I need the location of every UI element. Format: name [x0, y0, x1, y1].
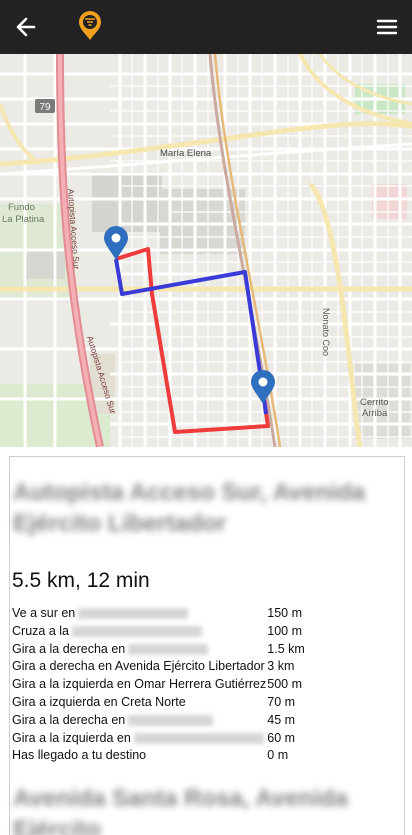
direction-step-row: Gira a derecha en Avenida Ejército Liber…	[10, 658, 404, 676]
direction-step-row: Gira a izquierda en Creta Norte 70 m	[10, 694, 404, 712]
redacted-street-name	[128, 643, 209, 655]
direction-distance: 3 km	[267, 659, 295, 674]
route-79-label: 79	[39, 102, 51, 113]
direction-distance: 60 m	[267, 730, 296, 745]
direction-step-row: Has llegado a tu destino 0 m	[10, 747, 404, 765]
direction-distance: 45 m	[267, 712, 296, 727]
direction-instruction: Gira a derecha en Avenida Ejército Liber…	[12, 659, 265, 674]
direction-step-cell: Gira a la derecha en	[10, 712, 266, 730]
direction-step-row: Cruza a la 100 m	[10, 623, 404, 641]
brand-logo-icon	[79, 11, 101, 40]
direction-step-row: Gira a la derecha en 1.5 km	[10, 641, 404, 659]
direction-step-cell: Gira a la izquierda en	[10, 730, 266, 748]
redacted-street-name	[128, 714, 214, 726]
top-app-bar	[0, 0, 412, 54]
direction-instruction: Ve a sur en	[12, 606, 76, 620]
map-label-cerrito: Cerrito	[360, 397, 389, 408]
direction-instruction: Has llegado a tu destino	[12, 748, 147, 763]
map-label-nonato-coo: Nonato Coo	[321, 308, 331, 356]
direction-step-cell: Gira a izquierda en Creta Norte	[10, 694, 266, 712]
map-canvas[interactable]: 79 María Elena Fundo La Platina Autopist…	[0, 54, 412, 447]
route-details-card: Autopista Acceso Sur, Avenida Ejército L…	[9, 456, 405, 835]
direction-step-cell: Gira a la derecha en	[10, 641, 266, 659]
direction-step-row: Gira a la izquierda en Omar Herrera Guti…	[10, 676, 404, 694]
direction-step-cell: Has llegado a tu destino	[10, 747, 266, 765]
map-label-fundo: Fundo	[8, 202, 35, 213]
redacted-street-name	[71, 626, 202, 637]
map-label-arriba: Arriba	[362, 408, 388, 419]
direction-distance: 150 m	[267, 606, 303, 620]
hamburger-menu-icon[interactable]	[375, 15, 399, 39]
direction-step-cell: Ve a sur en	[10, 605, 266, 623]
arrow-left-icon[interactable]	[12, 13, 40, 41]
direction-instruction: Gira a la derecha en	[12, 712, 126, 727]
direction-instruction: Gira a izquierda en Creta Norte	[12, 694, 186, 709]
direction-instruction: Gira a la izquierda en	[12, 730, 131, 745]
route-summary: 5.5 km, 12 min	[12, 569, 150, 592]
direction-distance: 100 m	[267, 623, 303, 638]
direction-distance: 1.5 km	[267, 641, 305, 656]
direction-step-cell: Cruza a la	[10, 623, 266, 641]
direction-instruction: Gira a la izquierda en Omar Herrera Guti…	[12, 677, 267, 692]
direction-instruction: Gira a la derecha en	[12, 641, 126, 656]
direction-distance: 0 m	[267, 748, 289, 763]
direction-instruction: Cruza a la	[12, 623, 69, 638]
direction-step-row: Gira a la derecha en 45 m	[10, 712, 404, 730]
direction-distance: 500 m	[267, 677, 303, 692]
map-label-maria-elena: María Elena	[160, 148, 212, 159]
route-map[interactable]: 79 María Elena Fundo La Platina Autopist…	[0, 54, 412, 447]
route-title-redacted: Autopista Acceso Sur, Avenida Ejército L…	[13, 479, 366, 537]
industrial-area	[25, 249, 65, 279]
map-label-la-platina: La Platina	[2, 214, 45, 225]
hospital-area	[372, 184, 407, 219]
direction-step-cell: Gira a la izquierda en Omar Herrera Guti…	[10, 676, 266, 694]
direction-step-row: Gira a la izquierda en 60 m	[10, 730, 404, 748]
directions-table: Ve a sur en 150 m Cruza a la 100 m Gira a la…	[10, 605, 404, 765]
redacted-street-name	[133, 732, 264, 744]
next-route-redacted[interactable]: Avenida Santa Rosa, Avenida Ejército	[10, 783, 404, 835]
direction-distance: 70 m	[267, 694, 296, 709]
direction-step-cell: Gira a derecha en Avenida Ejército Liber…	[10, 658, 266, 676]
direction-step-row: Ve a sur en 150 m	[10, 605, 404, 623]
redacted-street-name	[78, 608, 189, 620]
